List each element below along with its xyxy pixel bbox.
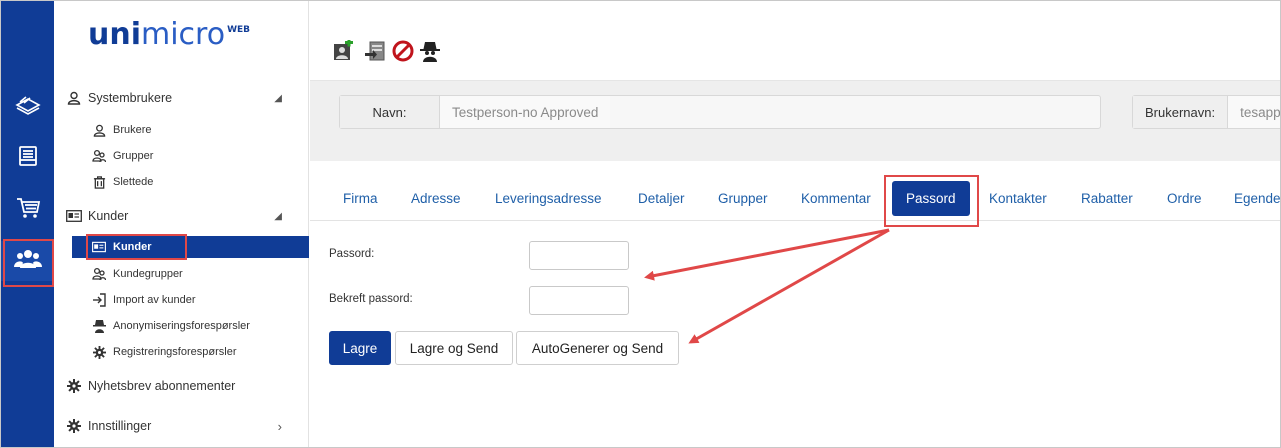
settings-icon <box>66 418 82 434</box>
tab-rabatter[interactable]: Rabatter <box>1081 191 1133 206</box>
rail-inbox-button[interactable] <box>1 138 54 178</box>
sidebar: uni micro WEB Systembrukere ◢ Brukere Grup… <box>54 1 309 447</box>
sidebar-item-brukere[interactable]: Brukere <box>92 123 292 137</box>
sidebar-item-import[interactable]: Import av kunder <box>92 293 292 307</box>
navn-field: Navn: Testperson-no Approved <box>339 95 1101 129</box>
sidebar-group-innstillinger[interactable]: Innstillinger › <box>66 418 296 434</box>
app-window: uni micro WEB Systembrukere ◢ Brukere Grup… <box>0 0 1281 448</box>
logo-micro: micro <box>141 17 226 52</box>
brukernavn-field: Brukernavn: tesapp <box>1132 95 1280 129</box>
sidebar-group-nyhetsbrev[interactable]: Nyhetsbrev abonnementer <box>66 378 296 394</box>
tab-firma[interactable]: Firma <box>343 191 378 206</box>
sidebar-group-label: Systembrukere <box>88 91 173 105</box>
toolbar <box>310 1 1280 81</box>
add-user-icon <box>332 38 354 67</box>
user-icon <box>66 90 82 106</box>
block-icon <box>392 40 414 67</box>
sidebar-item-kundegrupper[interactable]: Kundegrupper <box>92 267 292 281</box>
bekreft-passord-label: Bekreft passord: <box>329 293 413 305</box>
brukernavn-label: Brukernavn: <box>1133 96 1229 128</box>
tab-leveringsadresse[interactable]: Leveringsadresse <box>495 191 602 206</box>
rail-cart-button[interactable] <box>1 190 54 230</box>
sidebar-group-kunder[interactable]: Kunder ◢ <box>66 208 296 224</box>
tab-egende[interactable]: Egende <box>1234 191 1280 206</box>
chevron-right-icon: › <box>277 418 282 434</box>
gear-icon <box>92 345 106 359</box>
customer-tabs: Firma Adresse Leveringsadresse Detaljer … <box>310 171 1280 227</box>
collapse-icon: ◢ <box>274 210 282 222</box>
gear-icon <box>66 378 82 394</box>
customer-info-bar: Navn: Testperson-no Approved Brukernavn:… <box>310 81 1280 161</box>
sidebar-item-label: Grupper <box>113 150 154 162</box>
import-icon <box>92 293 106 307</box>
collapse-icon: ◢ <box>274 92 282 104</box>
spy-icon <box>420 40 440 67</box>
sidebar-item-label: Slettede <box>113 176 154 188</box>
navn-label: Navn: <box>340 96 440 128</box>
sidebar-item-label: Brukere <box>113 124 152 136</box>
user-icon <box>92 123 106 137</box>
lagre-button[interactable]: Lagre <box>329 331 391 365</box>
sidebar-item-slettede[interactable]: Slettede <box>92 175 292 189</box>
rail-customers-button[interactable] <box>1 239 54 287</box>
spy-icon <box>92 319 106 333</box>
tab-detaljer[interactable]: Detaljer <box>638 191 685 206</box>
sidebar-item-anonymisering[interactable]: Anonymiseringsforespørsler <box>92 319 292 333</box>
tab-grupper[interactable]: Grupper <box>718 191 768 206</box>
logo-uni: uni <box>88 17 141 52</box>
import-icon <box>364 40 386 67</box>
cart-icon <box>15 196 41 225</box>
sidebar-item-grupper[interactable]: Grupper <box>92 149 292 163</box>
tab-kontakter[interactable]: Kontakter <box>989 191 1047 206</box>
rail-papers-button[interactable] <box>1 86 54 126</box>
autogenerer-og-send-button[interactable]: AutoGenerer og Send <box>516 331 679 365</box>
sidebar-group-label: Nyhetsbrev abonnementer <box>88 379 236 393</box>
sidebar-group-label: Kunder <box>88 209 129 223</box>
tab-ordre[interactable]: Ordre <box>1167 191 1202 206</box>
id-card-icon <box>66 208 82 224</box>
logo-web: WEB <box>227 25 251 35</box>
people-icon <box>13 248 42 275</box>
inbox-icon <box>16 144 40 173</box>
tab-kommentar[interactable]: Kommentar <box>801 191 871 206</box>
sidebar-item-registrering[interactable]: Registreringsforespørsler <box>92 345 292 359</box>
sidebar-item-label: Kundegrupper <box>113 268 183 280</box>
import-user-button[interactable] <box>364 40 386 67</box>
lagre-og-send-button[interactable]: Lagre og Send <box>395 331 513 365</box>
passord-input[interactable] <box>529 241 629 270</box>
papers-icon <box>14 93 42 120</box>
trash-icon <box>92 175 106 189</box>
add-user-button[interactable] <box>332 38 354 67</box>
sidebar-item-kunder[interactable]: Kunder <box>72 234 309 260</box>
sidebar-item-label: Anonymiseringsforespørsler <box>113 320 250 332</box>
main-content: Navn: Testperson-no Approved Brukernavn:… <box>310 1 1280 447</box>
passord-label: Passord: <box>329 248 375 260</box>
block-user-button[interactable] <box>392 40 414 67</box>
navn-value: Testperson-no Approved <box>440 96 611 128</box>
tab-adresse[interactable]: Adresse <box>411 191 461 206</box>
sidebar-group-systembrukere[interactable]: Systembrukere ◢ <box>66 90 296 106</box>
annotation-highlight-box <box>884 175 979 227</box>
group-icon <box>92 149 106 163</box>
sidebar-item-label: Import av kunder <box>113 294 196 306</box>
sidebar-item-label: Registreringsforespørsler <box>113 346 237 358</box>
brukernavn-value: tesapp <box>1228 96 1280 128</box>
unimicro-logo: uni micro WEB <box>88 17 250 52</box>
group-icon <box>92 267 106 281</box>
icon-rail <box>1 1 54 447</box>
annotation-highlight-box <box>86 234 187 260</box>
anonymize-user-button[interactable] <box>419 40 441 67</box>
bekreft-passord-input[interactable] <box>529 286 629 315</box>
sidebar-group-label: Innstillinger <box>88 419 152 433</box>
